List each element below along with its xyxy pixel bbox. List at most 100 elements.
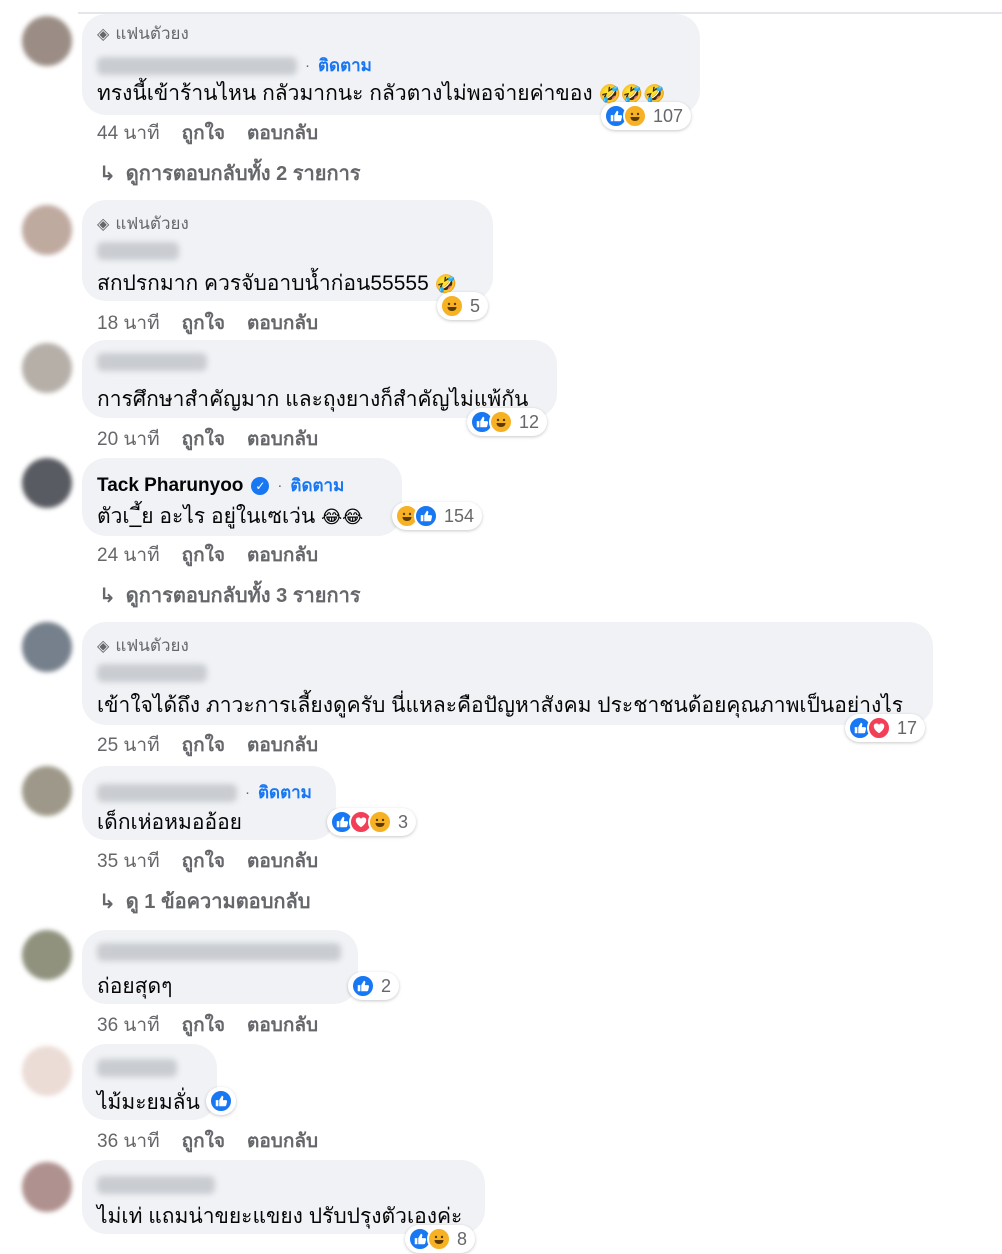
reply-button[interactable]: ตอบกลับ [247, 424, 318, 454]
comment-text: การศึกษาสำคัญมาก และถุงยางก็สำคัญไม่แพ้ก… [97, 388, 529, 411]
comment-actions: 24 นาที ถูกใจ ตอบกลับ [97, 540, 318, 570]
reply-button[interactable]: ตอบกลับ [247, 846, 318, 876]
like-button[interactable]: ถูกใจ [182, 1010, 225, 1040]
timestamp[interactable]: 44 นาที [97, 118, 160, 148]
comment-actions: 20 นาที ถูกใจ ตอบกลับ [97, 424, 318, 454]
reaction-count: 12 [519, 411, 540, 432]
timestamp[interactable]: 24 นาที [97, 540, 160, 570]
reply-button[interactable]: ตอบกลับ [247, 1010, 318, 1040]
reply-button[interactable]: ตอบกลับ [247, 1126, 318, 1156]
reaction-count: 154 [444, 505, 475, 526]
reaction-summary[interactable] [206, 1087, 236, 1115]
timestamp[interactable]: 25 นาที [97, 730, 160, 760]
author-name[interactable]: Tack Pharunyoo [97, 475, 243, 497]
reaction-summary[interactable]: 8 [405, 1225, 476, 1253]
avatar[interactable] [22, 16, 72, 66]
avatar[interactable] [22, 1046, 72, 1096]
reaction-count: 8 [457, 1228, 468, 1249]
view-replies-label: ดูการตอบกลับทั้ง 3 รายการ [125, 585, 361, 607]
diamond-icon: ◈ [97, 215, 110, 233]
comment-actions: 35 นาที ถูกใจ ตอบกลับ [97, 846, 318, 876]
comment-text-line: สกปรกมาก ควรจับอาบน้ำก่อน55555 🤣 [97, 267, 457, 300]
author-name-blurred[interactable] [97, 783, 237, 802]
comment-text-line: ไม่เท่ แถมน่าขยะแขยง ปรับปรุงตัวเองค่ะ [97, 1200, 462, 1233]
timestamp[interactable]: 18 นาที [97, 308, 160, 338]
like-button[interactable]: ถูกใจ [182, 540, 225, 570]
author-line: · ติดตาม [97, 779, 312, 806]
comment-text-line: เด็กเห่อหมออ้อย [97, 806, 242, 839]
view-replies-link[interactable]: ↳ ดู 1 ข้อความตอบกลับ [99, 885, 310, 917]
author-name-blurred[interactable] [97, 664, 207, 682]
comment-text: เด็กเห่อหมออ้อย [97, 811, 242, 834]
like-button[interactable]: ถูกใจ [182, 308, 225, 338]
like-button[interactable]: ถูกใจ [182, 730, 225, 760]
reaction-summary[interactable]: 12 [467, 408, 548, 436]
reaction-summary[interactable]: 2 [348, 972, 400, 1000]
comment-text: เข้าใจได้ถึง ภาวะการเลี้ยงดูครับ นี่แหละ… [97, 694, 904, 717]
avatar[interactable] [22, 343, 72, 393]
reaction-count: 5 [470, 295, 481, 316]
reply-button[interactable]: ตอบกลับ [247, 308, 318, 338]
comment-text-line: ทรงนี้เข้าร้านไหน กลัวมากนะ กลัวตางไม่พอ… [97, 77, 666, 110]
comment-text-line: ไม้มะยมลั่น [97, 1086, 200, 1119]
top-fan-badge: ◈ แฟนตัวยง [97, 632, 189, 659]
follow-button[interactable]: ติดตาม [318, 52, 372, 79]
haha-reaction-icon [489, 410, 513, 434]
author-line [97, 664, 207, 682]
separator-dot: · [305, 57, 310, 74]
top-fan-badge: ◈ แฟนตัวยง [97, 210, 189, 237]
reply-button[interactable]: ตอบกลับ [247, 730, 318, 760]
author-name-blurred[interactable] [97, 1059, 177, 1077]
author-name-blurred[interactable] [97, 242, 179, 260]
comment-text: ตัวเ_ี้ย อะไร อยู่ในเซเว่น [97, 505, 316, 528]
like-button[interactable]: ถูกใจ [182, 424, 225, 454]
reaction-summary[interactable]: 3 [327, 808, 417, 836]
author-line [97, 242, 179, 260]
view-replies-link[interactable]: ↳ ดูการตอบกลับทั้ง 2 รายการ [99, 157, 361, 189]
avatar[interactable] [22, 622, 72, 672]
author-name-blurred[interactable] [97, 943, 341, 961]
timestamp[interactable]: 36 นาที [97, 1010, 160, 1040]
author-line [97, 943, 341, 961]
timestamp[interactable]: 36 นาที [97, 1126, 160, 1156]
author-name-blurred[interactable] [97, 353, 207, 371]
reaction-summary[interactable]: 107 [601, 102, 692, 130]
like-button[interactable]: ถูกใจ [182, 846, 225, 876]
timestamp[interactable]: 20 นาที [97, 424, 160, 454]
top-fan-label: แฟนตัวยง [115, 24, 189, 43]
avatar[interactable] [22, 930, 72, 980]
separator-dot: · [245, 784, 250, 801]
comment-emoji: 🤣 [434, 274, 458, 294]
avatar[interactable] [22, 766, 72, 816]
author-line [97, 1176, 215, 1194]
reply-button[interactable]: ตอบกลับ [247, 540, 318, 570]
like-button[interactable]: ถูกใจ [182, 1126, 225, 1156]
reply-arrow-icon: ↳ [99, 162, 116, 185]
comment-text: ไม่เท่ แถมน่าขยะแขยง ปรับปรุงตัวเองค่ะ [97, 1205, 463, 1228]
reply-button[interactable]: ตอบกลับ [247, 118, 318, 148]
timestamp[interactable]: 35 นาที [97, 846, 160, 876]
reaction-summary[interactable]: 5 [437, 292, 489, 320]
view-replies-label: ดูการตอบกลับทั้ง 2 รายการ [125, 163, 361, 185]
reaction-summary[interactable]: 17 [845, 714, 926, 742]
comment-text-line: การศึกษาสำคัญมาก และถุงยางก็สำคัญไม่แพ้ก… [97, 383, 528, 416]
avatar[interactable] [22, 458, 72, 508]
comment-text: ถ่อยสุดๆ [97, 975, 173, 998]
view-replies-link[interactable]: ↳ ดูการตอบกลับทั้ง 3 รายการ [99, 579, 361, 611]
reaction-count: 3 [398, 811, 409, 832]
avatar[interactable] [22, 205, 72, 255]
verified-badge-icon: ✓ [251, 476, 270, 495]
top-fan-badge: ◈ แฟนตัวยง [97, 20, 189, 47]
avatar[interactable] [22, 1162, 72, 1212]
separator-dot: · [277, 477, 283, 494]
author-name-blurred[interactable] [97, 1176, 215, 1194]
view-replies-label: ดู 1 ข้อความตอบกลับ [125, 891, 311, 913]
like-button[interactable]: ถูกใจ [182, 118, 225, 148]
author-name-blurred[interactable] [97, 56, 297, 75]
reaction-summary[interactable]: 154 [392, 502, 483, 530]
follow-button[interactable]: ติดตาม [290, 472, 344, 499]
follow-button[interactable]: ติดตาม [258, 779, 312, 806]
comment-text: สกปรกมาก ควรจับอาบน้ำก่อน55555 [97, 272, 429, 295]
top-fan-label: แฟนตัวยง [115, 636, 189, 655]
haha-reaction-icon [440, 294, 464, 318]
